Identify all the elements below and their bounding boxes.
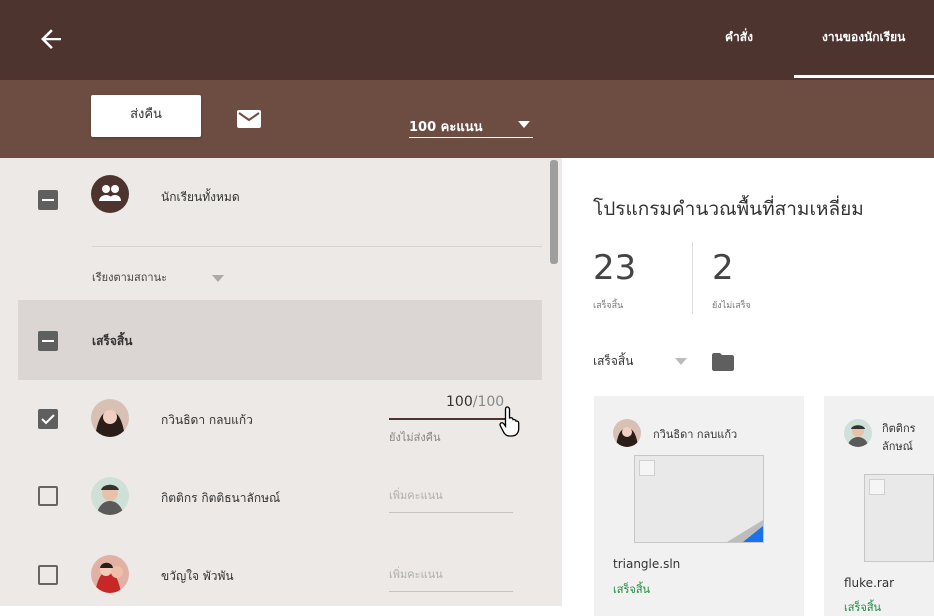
group-avatar-icon [91,175,129,213]
chevron-down-icon[interactable] [675,358,687,365]
student-checkbox[interactable] [38,486,58,506]
divider [692,242,693,314]
add-score-field[interactable]: เพิ่มคะแนน [389,486,443,504]
score-underline [389,418,513,420]
status-badge: เสร็จสิ้น [844,601,882,614]
active-tab-indicator [794,75,934,78]
not-done-label: ยังไม่เสร็จ [712,301,751,311]
all-students-label[interactable]: นักเรียนทั้งหมด [161,188,240,207]
envelope-icon[interactable] [236,109,262,129]
done-count: 23 [593,248,637,288]
file-thumbnail[interactable] [634,455,764,543]
done-label: เสร็จสิ้น [593,301,624,311]
student-name[interactable]: กวินธิดา กลบแก้ว [161,411,253,430]
file-thumbnail[interactable] [864,474,934,562]
card-student-name: กิตติกร [882,422,916,435]
avatar [91,555,129,593]
app-bar [0,0,934,80]
file-name[interactable]: fluke.rar [844,576,894,590]
status-badge: เสร็จสิ้น [613,583,651,596]
student-list-panel [0,158,562,606]
hand-cursor-icon [499,405,525,441]
return-status: ยังไม่ส่งคืน [389,431,441,444]
student-name[interactable]: ขวัญใจ พัวพัน [161,567,234,586]
file-icon [639,460,655,476]
scrollbar[interactable] [550,160,558,264]
folder-icon[interactable] [711,352,735,376]
not-done-count: 2 [712,248,734,288]
score-underline [389,512,513,513]
card-student-name: ลักษณ์ [882,440,913,453]
points-value: 100 คะแนน [409,120,483,135]
score-input[interactable]: 100/100 [446,394,504,410]
sort-by-status-dropdown[interactable]: เรียงตามสถานะ [92,268,167,286]
assignment-title: โปรแกรมคำนวณพื้นที่สามเหลี่ยม [593,198,864,220]
score-underline [389,591,513,592]
status-filter-dropdown[interactable]: เสร็จสิ้น [593,352,633,371]
chevron-down-icon[interactable] [212,275,224,282]
avatar [91,477,129,515]
student-name[interactable]: กิตติกร กิตติธนาลักษณ์ [161,489,280,508]
divider [92,246,542,247]
group-label: เสร็จสิ้น [92,334,133,348]
points-dropdown[interactable]: 100 คะแนน [409,112,533,138]
card-student-name: กวินธิดา กลบแก้ว [653,428,738,441]
tab-student-work[interactable]: งานของนักเรียน [822,28,905,47]
avatar [844,419,872,447]
group-checkbox[interactable] [38,331,58,351]
add-score-field[interactable]: เพิ่มคะแนน [389,565,443,583]
file-icon [869,479,885,495]
avatar [91,399,129,437]
file-name[interactable]: triangle.sln [613,557,680,571]
student-checkbox[interactable] [38,409,58,429]
chevron-down-icon [518,121,530,128]
tab-instructions[interactable]: คำสั่ง [725,28,753,47]
avatar [613,419,641,447]
student-checkbox[interactable] [38,565,58,585]
return-button[interactable]: ส่งคืน [91,95,201,137]
back-arrow-icon[interactable] [34,22,68,56]
select-all-checkbox[interactable] [38,190,58,210]
score-value: 100 [446,394,473,410]
